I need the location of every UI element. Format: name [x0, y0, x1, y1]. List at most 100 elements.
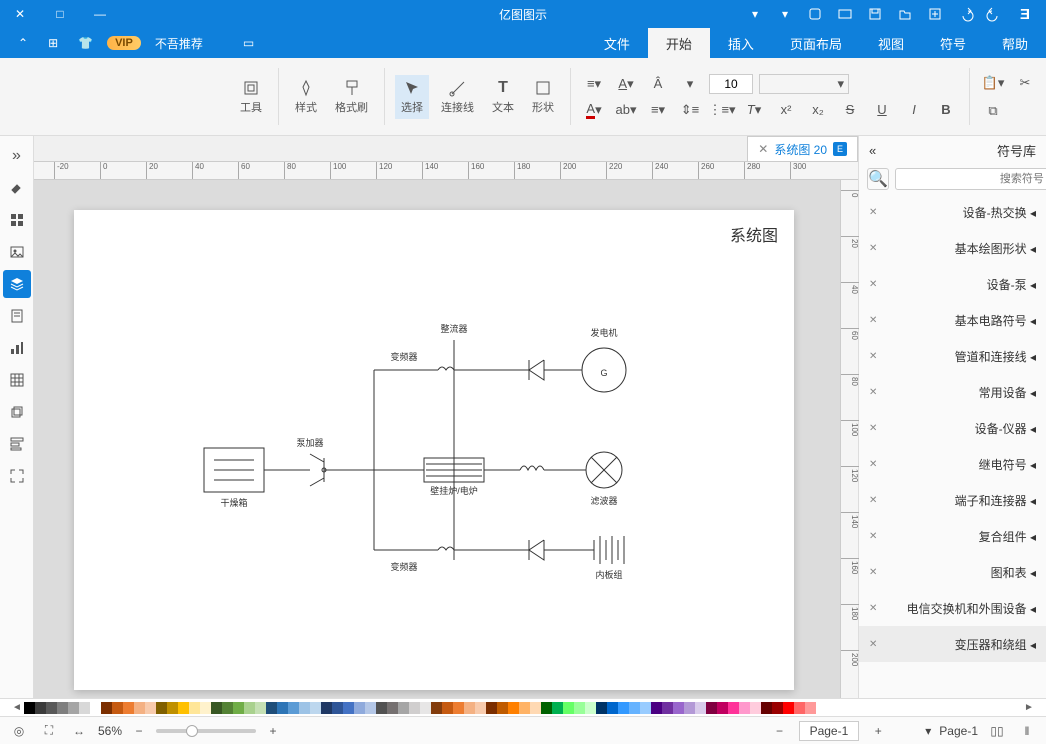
highlight-button[interactable]: ab▾ [613, 99, 639, 121]
page-next-button[interactable]: + [867, 720, 889, 742]
superscript-button[interactable]: x² [773, 99, 799, 121]
left-grid-icon[interactable] [3, 206, 31, 234]
color-swatch[interactable] [244, 702, 255, 714]
color-swatch[interactable] [387, 702, 398, 714]
color-swatch[interactable] [607, 702, 618, 714]
color-swatch[interactable] [772, 702, 783, 714]
left-collapse-button[interactable]: » [3, 142, 31, 170]
color-swatch[interactable] [233, 702, 244, 714]
left-3d-icon[interactable] [3, 398, 31, 426]
italic-button[interactable]: I [901, 99, 927, 121]
color-swatch[interactable] [266, 702, 277, 714]
drawing-page[interactable]: 系统图 G 发电机 变频器 整流器 [74, 210, 794, 690]
dropdown2-icon[interactable]: ▾ [772, 3, 798, 25]
connector-tool-button[interactable]: 连接线 [435, 75, 480, 119]
menu-tab[interactable]: 开始 [648, 28, 710, 58]
color-swatch[interactable] [200, 702, 211, 714]
color-swatch[interactable] [409, 702, 420, 714]
left-image-icon[interactable] [3, 238, 31, 266]
minimize-button[interactable]: — [80, 0, 120, 28]
color-swatch[interactable] [497, 702, 508, 714]
symbol-category[interactable]: 复合组件 ◂✕ [859, 518, 1046, 554]
color-swatch[interactable] [442, 702, 453, 714]
menu-doc-icon[interactable]: ▭ [237, 36, 260, 50]
color-swatch[interactable] [321, 702, 332, 714]
menu-tab[interactable]: 符号 [922, 28, 984, 58]
color-swatch[interactable] [475, 702, 486, 714]
color-swatch[interactable] [376, 702, 387, 714]
page-prev-button[interactable]: − [769, 720, 791, 742]
maximize-button[interactable]: □ [40, 0, 80, 28]
left-layers-icon[interactable] [3, 270, 31, 298]
close-button[interactable]: ✕ [0, 0, 40, 28]
color-swatch[interactable] [90, 702, 101, 714]
color-swatch[interactable] [794, 702, 805, 714]
color-swatch[interactable] [673, 702, 684, 714]
color-swatch[interactable] [552, 702, 563, 714]
search-icon[interactable]: 🔍 [867, 168, 889, 190]
color-swatch[interactable] [783, 702, 794, 714]
menu-expand-icon[interactable]: ⌃ [12, 36, 34, 50]
subscript-button[interactable]: x₂ [805, 99, 831, 121]
color-swatch[interactable] [805, 702, 816, 714]
menu-share-icon[interactable]: �⵫ [217, 36, 229, 50]
font-color-button[interactable]: A▾ [581, 99, 607, 121]
select-tool-button[interactable]: 选择 [395, 75, 429, 119]
symbol-category[interactable]: 基本绘图形状 ◂✕ [859, 230, 1046, 266]
color-swatch[interactable] [310, 702, 321, 714]
menu-tab[interactable]: 插入 [710, 28, 772, 58]
color-swatch[interactable] [167, 702, 178, 714]
color-swatch[interactable] [420, 702, 431, 714]
tb-icon-save[interactable] [862, 3, 888, 25]
symbol-category[interactable]: 变压器和绕组 ◂✕ [859, 626, 1046, 662]
menu-shirt-icon[interactable]: 👕 [72, 36, 99, 50]
color-swatch[interactable] [211, 702, 222, 714]
strikethrough-button[interactable]: S [837, 99, 863, 121]
font-size-input[interactable] [709, 74, 753, 94]
panel-collapse-icon[interactable]: « [869, 143, 876, 158]
bullets-button[interactable]: ⋮≡▾ [709, 99, 735, 121]
tb-icon-new[interactable] [922, 3, 948, 25]
symbol-category[interactable]: 设备-热交换 ◂✕ [859, 194, 1046, 230]
status-target-icon[interactable]: ◎ [8, 720, 30, 742]
zoom-out-button[interactable]: − [128, 720, 150, 742]
menu-tab[interactable]: 视图 [860, 28, 922, 58]
color-swatch[interactable] [761, 702, 772, 714]
tb-icon-1[interactable] [802, 3, 828, 25]
color-swatch[interactable] [145, 702, 156, 714]
color-swatch[interactable] [112, 702, 123, 714]
menu-text-1[interactable]: 不吾推荐 [149, 35, 209, 52]
copy-button[interactable]: ⧉ [980, 100, 1006, 122]
bold-button[interactable]: B [933, 99, 959, 121]
tb-icon-2[interactable] [832, 3, 858, 25]
color-swatch[interactable] [695, 702, 706, 714]
align-h-button[interactable]: ≡▾ [581, 73, 607, 95]
symbol-category[interactable]: 电信交换机和外围设备 ◂✕ [859, 590, 1046, 626]
color-scroll-left[interactable]: ◄ [10, 702, 24, 713]
menu-tab[interactable]: 页面布局 [772, 28, 860, 58]
left-table-icon[interactable] [3, 366, 31, 394]
symbol-category[interactable]: 常用设备 ◂✕ [859, 374, 1046, 410]
color-swatch[interactable] [629, 702, 640, 714]
color-swatch[interactable] [541, 702, 552, 714]
color-swatch[interactable] [365, 702, 376, 714]
symbol-category[interactable]: 设备-泵 ◂✕ [859, 266, 1046, 302]
color-swatch[interactable] [288, 702, 299, 714]
zoom-in-button[interactable]: + [262, 720, 284, 742]
symbol-category[interactable]: 继电符号 ◂✕ [859, 446, 1046, 482]
tb-icon-folder[interactable] [892, 3, 918, 25]
color-swatch[interactable] [178, 702, 189, 714]
color-swatch[interactable] [750, 702, 761, 714]
color-swatch[interactable] [519, 702, 530, 714]
color-swatch[interactable] [453, 702, 464, 714]
color-swatch[interactable] [134, 702, 145, 714]
symbol-category[interactable]: 端子和连接器 ◂✕ [859, 482, 1046, 518]
dropdown-icon[interactable]: ▾ [742, 3, 768, 25]
color-swatch[interactable] [706, 702, 717, 714]
shape-tool-button[interactable]: 形状 [526, 75, 560, 119]
color-swatch[interactable] [464, 702, 475, 714]
color-swatch[interactable] [508, 702, 519, 714]
font-color2-button[interactable]: A▾ [613, 73, 639, 95]
tools-button[interactable]: 工具 [234, 75, 268, 119]
symbol-search-input[interactable] [895, 168, 1046, 190]
